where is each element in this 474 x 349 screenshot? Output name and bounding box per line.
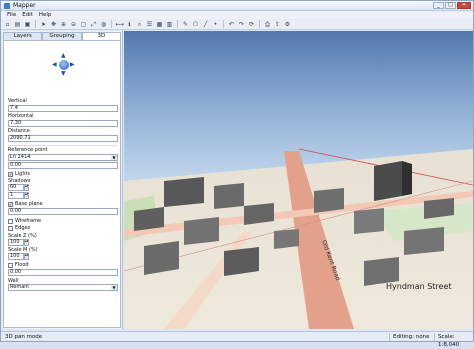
point-icon[interactable]: • [211, 20, 220, 29]
tab-3d[interactable]: 3D [81, 32, 121, 40]
horizontal-label: Horizontal [8, 113, 34, 119]
zoom-box-icon[interactable]: ▢ [79, 20, 88, 29]
export-icon[interactable]: ⇪ [273, 20, 282, 29]
building [144, 241, 179, 275]
vertical-label: Vertical [8, 98, 27, 104]
settings-icon[interactable]: ⚙ [283, 20, 292, 29]
status-mode: 3D pan mode [5, 334, 43, 340]
globe-icon[interactable]: ◍ [99, 20, 108, 29]
flood-checkbox[interactable]: Flood [8, 262, 29, 268]
scalexy-stepper[interactable]: ▴▾ [24, 253, 29, 260]
chevron-down-icon: ▼ [111, 155, 117, 160]
window-title: Mapper [13, 2, 36, 9]
status-scale: Scale: 1:8,040 [438, 334, 460, 348]
maximize-button[interactable]: □ [445, 2, 456, 9]
title-bar[interactable]: Mapper _ □ ✕ [1, 1, 473, 11]
undo-icon[interactable]: ↶ [227, 20, 236, 29]
new-icon[interactable]: ▫ [3, 20, 12, 29]
reference-select[interactable]: Ln 2414 ▼ [8, 154, 118, 161]
vertical-field[interactable]: 7.4 [8, 105, 118, 112]
layers-icon[interactable]: ☰ [145, 20, 154, 29]
tab-grouping[interactable]: Grouping [42, 32, 82, 40]
building [354, 208, 384, 234]
app-window: Mapper _ □ ✕ File Edit Help ▫ ▤ ▣ ➤ ✥ ⊕ … [0, 0, 474, 348]
status-editing: Editing: none [393, 334, 430, 340]
draw-icon[interactable]: ✎ [181, 20, 190, 29]
nav-right-icon[interactable]: ▶ [70, 62, 75, 68]
building [402, 161, 412, 196]
building [184, 217, 219, 245]
baseplane-field[interactable]: 0.00 [8, 208, 118, 215]
nav-left-icon[interactable]: ◀ [52, 62, 57, 68]
menu-help[interactable]: Help [39, 11, 52, 19]
pan-icon[interactable]: ✥ [49, 20, 58, 29]
flood-field[interactable]: 0.00 [8, 269, 118, 276]
toolbar: ▫ ▤ ▣ ➤ ✥ ⊕ ⊖ ▢ ⤢ ◍ ⟷ ℹ ⌕ ☰ ▦ ▥ ✎ ⬠ ╱ • … [1, 19, 473, 30]
building [374, 161, 402, 201]
redo-icon[interactable]: ↷ [237, 20, 246, 29]
map-3d-viewport[interactable]: Old Kent Road Hyndman Street [124, 31, 473, 329]
print-icon[interactable]: ⎙ [263, 20, 272, 29]
navigation-pad[interactable]: ▲ ▼ ◀ ▶ [52, 53, 76, 77]
zoom-in-icon[interactable]: ⊕ [59, 20, 68, 29]
nav-up-icon[interactable]: ▲ [61, 53, 66, 59]
tab-layers[interactable]: Layers [3, 32, 43, 40]
map-3d-scene: Old Kent Road Hyndman Street [124, 31, 473, 329]
reference-offset-field[interactable]: 0.00 [8, 162, 118, 169]
scalez-field[interactable]: 100 [8, 239, 24, 246]
building [224, 247, 259, 276]
building [164, 177, 204, 207]
horizontal-field[interactable]: 7.30 [8, 120, 118, 127]
nav-down-icon[interactable]: ▼ [61, 71, 66, 77]
shadows-field[interactable]: 60 [8, 184, 24, 191]
refresh-icon[interactable]: ⟳ [247, 20, 256, 29]
grid-icon[interactable]: ▦ [155, 20, 164, 29]
tab-3d-body: ▲ ▼ ◀ ▶ Vertical 7.4 Horizontal 7.30 Dis… [3, 40, 121, 328]
check-icon: ✔ [8, 201, 13, 207]
save-icon[interactable]: ▣ [23, 20, 32, 29]
scalez-stepper[interactable]: ▴▾ [24, 239, 29, 246]
measure-icon[interactable]: ⟷ [115, 20, 124, 29]
building [274, 229, 299, 249]
menu-bar: File Edit Help [1, 11, 473, 19]
building [214, 183, 244, 209]
lights-checkbox[interactable]: ✔ Lights [8, 171, 30, 177]
close-button[interactable]: ✕ [457, 2, 471, 9]
polygon-icon[interactable]: ⬠ [191, 20, 200, 29]
edges-checkbox[interactable]: Edges [8, 225, 30, 231]
wall-select[interactable]: Remain ▼ [8, 284, 118, 291]
app-icon [4, 3, 10, 9]
distance-label: Distance [8, 128, 30, 134]
status-bar: 3D pan mode Editing: none Scale: 1:8,040 [1, 331, 473, 348]
menu-file[interactable]: File [7, 11, 16, 19]
line-icon[interactable]: ╱ [201, 20, 210, 29]
road-label-hyndman: Hyndman Street [386, 282, 452, 291]
zoom-out-icon[interactable]: ⊖ [69, 20, 78, 29]
distance-field[interactable]: 2090.71 [8, 135, 118, 142]
info-icon[interactable]: ℹ [125, 20, 134, 29]
wireframe-checkbox[interactable]: Wireframe [8, 218, 41, 224]
building [404, 227, 444, 255]
minimize-button[interactable]: _ [433, 2, 444, 9]
open-icon[interactable]: ▤ [13, 20, 22, 29]
building [134, 207, 164, 231]
table-icon[interactable]: ▥ [165, 20, 174, 29]
baseplane-checkbox[interactable]: ✔ Base plane [8, 201, 43, 207]
find-icon[interactable]: ⌕ [135, 20, 144, 29]
shadows-sub-field[interactable]: 1 [8, 192, 24, 199]
menu-edit[interactable]: Edit [22, 11, 33, 19]
side-panel: Layers Grouping 3D ▲ ▼ ◀ ▶ Vertical 7.4 … [2, 31, 123, 329]
select-icon[interactable]: ➤ [39, 20, 48, 29]
scalexy-field[interactable]: 100 [8, 253, 24, 260]
nav-center-icon[interactable] [59, 60, 69, 70]
shadows-sub-stepper[interactable]: ▴▾ [24, 192, 29, 199]
zoom-extent-icon[interactable]: ⤢ [89, 20, 98, 29]
check-icon: ✔ [8, 171, 13, 177]
shadows-stepper[interactable]: ▴▾ [24, 184, 29, 191]
building [314, 188, 344, 213]
chevron-down-icon: ▼ [111, 285, 117, 290]
reference-label: Reference point [8, 147, 48, 153]
